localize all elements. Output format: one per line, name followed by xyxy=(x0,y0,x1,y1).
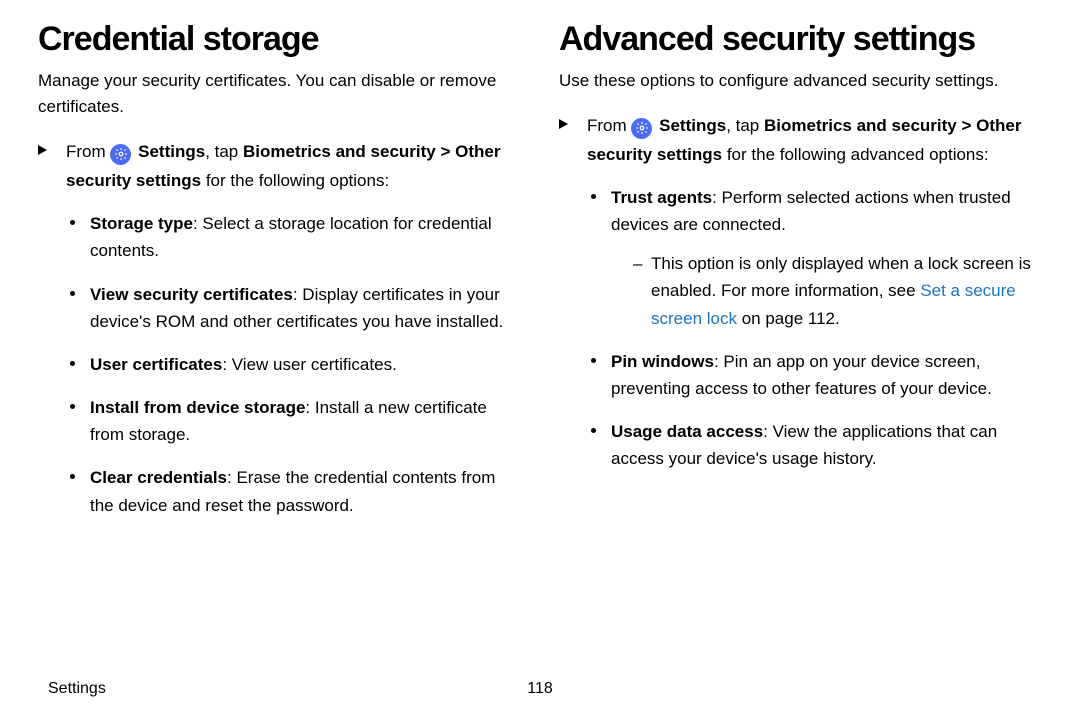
play-icon xyxy=(559,119,568,129)
step-left: From Settings, tap Biometrics and securi… xyxy=(38,138,519,196)
play-icon xyxy=(38,145,47,155)
list-item: Trust agents: Perform selected actions w… xyxy=(591,184,1040,332)
list-item: Storage type: Select a storage location … xyxy=(70,210,519,264)
page-number: 118 xyxy=(527,680,553,698)
sub-list-item: This option is only displayed when a loc… xyxy=(633,250,1040,332)
step-text: From Settings, tap Biometrics and securi… xyxy=(66,142,501,190)
options-list-left: Storage type: Select a storage location … xyxy=(38,210,519,519)
list-item: Install from device storage: Install a n… xyxy=(70,394,519,448)
settings-gear-icon xyxy=(110,144,131,165)
intro-credential-storage: Manage your security certificates. You c… xyxy=(38,68,519,121)
list-item: View security certificates: Display cert… xyxy=(70,281,519,335)
list-item: Usage data access: View the applications… xyxy=(591,418,1040,472)
sub-list: This option is only displayed when a loc… xyxy=(611,250,1040,332)
list-item: Clear credentials: Erase the credential … xyxy=(70,464,519,518)
settings-gear-icon xyxy=(631,118,652,139)
step-right: From Settings, tap Biometrics and securi… xyxy=(559,112,1040,170)
heading-advanced-security: Advanced security settings xyxy=(559,22,1040,58)
list-item: Pin windows: Pin an app on your device s… xyxy=(591,348,1040,402)
list-item: User certificates: View user certificate… xyxy=(70,351,519,378)
options-list-right: Trust agents: Perform selected actions w… xyxy=(559,184,1040,473)
step-text: From Settings, tap Biometrics and securi… xyxy=(587,116,1022,164)
heading-credential-storage: Credential storage xyxy=(38,22,519,58)
footer-section-label: Settings xyxy=(48,680,106,698)
column-advanced-security: Advanced security settings Use these opt… xyxy=(559,22,1040,672)
column-credential-storage: Credential storage Manage your security … xyxy=(38,22,519,672)
intro-advanced-security: Use these options to configure advanced … xyxy=(559,68,1040,94)
